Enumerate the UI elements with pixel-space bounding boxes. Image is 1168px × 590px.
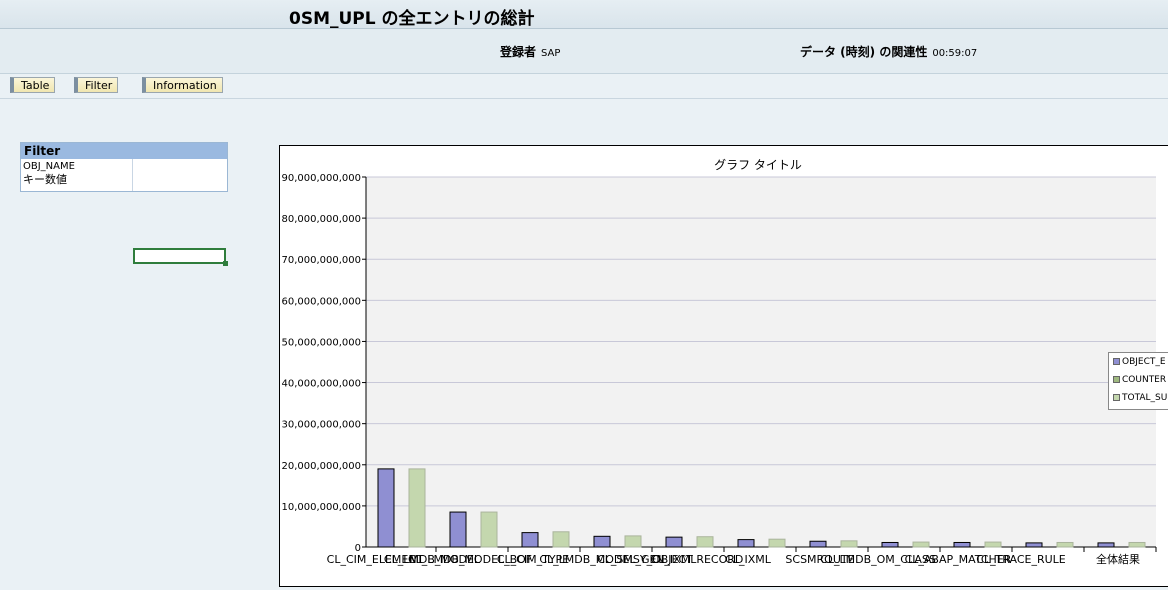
filter-row-labels: OBJ_NAME キー数値 bbox=[21, 159, 133, 191]
legend-item-series3: TOTAL_SU bbox=[1109, 389, 1168, 407]
y-tick-label: 50,000,000,000 bbox=[281, 337, 361, 348]
filter-panel: Filter OBJ_NAME キー数値 bbox=[20, 142, 228, 192]
bar-object-bytes bbox=[737, 539, 755, 548]
legend-swatch-series1 bbox=[1113, 358, 1120, 365]
bar-total-sum bbox=[984, 541, 1002, 548]
bar-total-sum bbox=[840, 540, 858, 548]
filter-row[interactable]: OBJ_NAME キー数値 bbox=[21, 159, 227, 191]
bar-object-bytes bbox=[953, 541, 971, 548]
registered-by-value: SAP bbox=[541, 48, 561, 59]
legend-label-series3: TOTAL_SU bbox=[1122, 393, 1168, 403]
x-tick-label: CL_TRACE_RULE bbox=[976, 553, 1066, 566]
registered-by: 登録者 SAP bbox=[500, 43, 560, 60]
bar-total-sum bbox=[768, 538, 786, 548]
bar-total-sum bbox=[696, 536, 714, 548]
legend-swatch-series2 bbox=[1113, 376, 1120, 383]
bar-object-bytes bbox=[521, 532, 539, 548]
bar-object-bytes bbox=[1097, 542, 1115, 548]
y-tick-label: 40,000,000,000 bbox=[281, 379, 361, 390]
filter-panel-title: Filter bbox=[21, 143, 227, 159]
chart-title: グラフ タイトル bbox=[714, 158, 802, 172]
fill-handle[interactable] bbox=[223, 261, 228, 266]
bar-object-bytes bbox=[665, 536, 683, 548]
bar-total-sum bbox=[480, 511, 498, 548]
bar-total-sum bbox=[552, 531, 570, 548]
info-bar: 登録者 SAP データ (時刻) の関連性 00:59:07 bbox=[0, 29, 1168, 74]
legend-item-series1: OBJECT_E bbox=[1109, 353, 1168, 371]
bar-total-sum bbox=[1056, 541, 1074, 548]
y-tick-label: 10,000,000,000 bbox=[281, 502, 361, 513]
bar-total-sum bbox=[912, 541, 930, 548]
bar-object-bytes bbox=[377, 468, 395, 548]
chart-legend: OBJECT_E COUNTER TOTAL_SU bbox=[1108, 352, 1168, 410]
x-tick-label: CL_IXML bbox=[725, 553, 772, 566]
filter-key-figures: キー数値 bbox=[23, 173, 67, 186]
chart-frame: グラフ タイトル 0 10,000,000,000 20,000,000,000 30,… bbox=[279, 145, 1168, 587]
filter-button[interactable]: Filter bbox=[74, 77, 119, 93]
bar-object-bytes bbox=[809, 540, 827, 548]
data-relevance-label: データ (時刻) の関連性 bbox=[800, 45, 928, 59]
title-bar: 0SM_UPL の全エントリの総計 bbox=[0, 0, 1168, 29]
toolbar: Table Filter Information bbox=[0, 74, 1168, 99]
plot-area bbox=[366, 177, 1156, 547]
y-tick-label: 70,000,000,000 bbox=[281, 255, 361, 266]
registered-by-label: 登録者 bbox=[500, 45, 537, 59]
filter-obj-name: OBJ_NAME bbox=[23, 161, 75, 172]
selected-cell[interactable] bbox=[133, 248, 228, 266]
data-relevance-value: 00:59:07 bbox=[932, 48, 978, 59]
x-tick-label: 全体結果 bbox=[1096, 552, 1140, 566]
data-relevance: データ (時刻) の関連性 00:59:07 bbox=[800, 43, 977, 60]
legend-item-series2: COUNTER bbox=[1109, 371, 1168, 389]
y-tick-label: 90,000,000,000 bbox=[281, 173, 361, 184]
bar-total-sum bbox=[624, 535, 642, 548]
bar-object-bytes bbox=[449, 511, 467, 548]
legend-label-series1: OBJECT_E bbox=[1122, 357, 1166, 367]
legend-label-series2: COUNTER bbox=[1122, 375, 1167, 385]
bar-object-bytes bbox=[593, 535, 611, 548]
information-button[interactable]: Information bbox=[142, 77, 223, 93]
y-tick-label: 60,000,000,000 bbox=[281, 296, 361, 307]
table-button[interactable]: Table bbox=[10, 77, 56, 93]
y-tick-label: 30,000,000,000 bbox=[281, 420, 361, 431]
bar-object-bytes bbox=[1025, 542, 1043, 548]
y-tick-label: 80,000,000,000 bbox=[281, 214, 361, 225]
bar-total-sum bbox=[408, 468, 426, 548]
bar-total-sum bbox=[1128, 541, 1146, 548]
bar-chart: グラフ タイトル010,000,000,00020,000,000,00030,… bbox=[281, 158, 1157, 566]
legend-swatch-series3 bbox=[1113, 394, 1120, 401]
y-tick-label: 20,000,000,000 bbox=[281, 461, 361, 472]
bar-object-bytes bbox=[881, 541, 899, 548]
filter-row-value[interactable] bbox=[133, 159, 227, 191]
page-title: 0SM_UPL の全エントリの総計 bbox=[289, 9, 535, 29]
